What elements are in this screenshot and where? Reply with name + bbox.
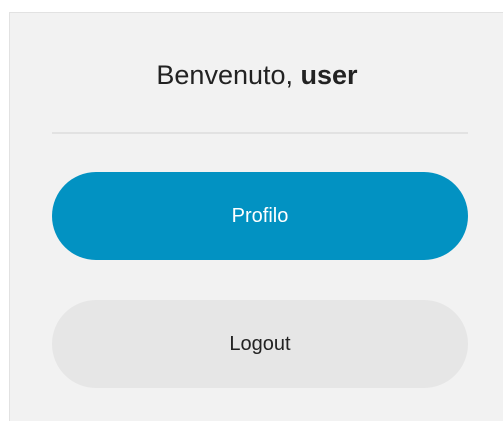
logout-button[interactable]: Logout (52, 300, 468, 388)
welcome-message: Benvenuto, user (10, 55, 504, 95)
profile-button[interactable]: Profilo (52, 172, 468, 260)
divider (52, 132, 468, 134)
welcome-username: user (300, 60, 358, 90)
user-menu-panel: Benvenuto, user Profilo Logout (9, 12, 503, 421)
welcome-greeting: Benvenuto, (156, 60, 301, 90)
